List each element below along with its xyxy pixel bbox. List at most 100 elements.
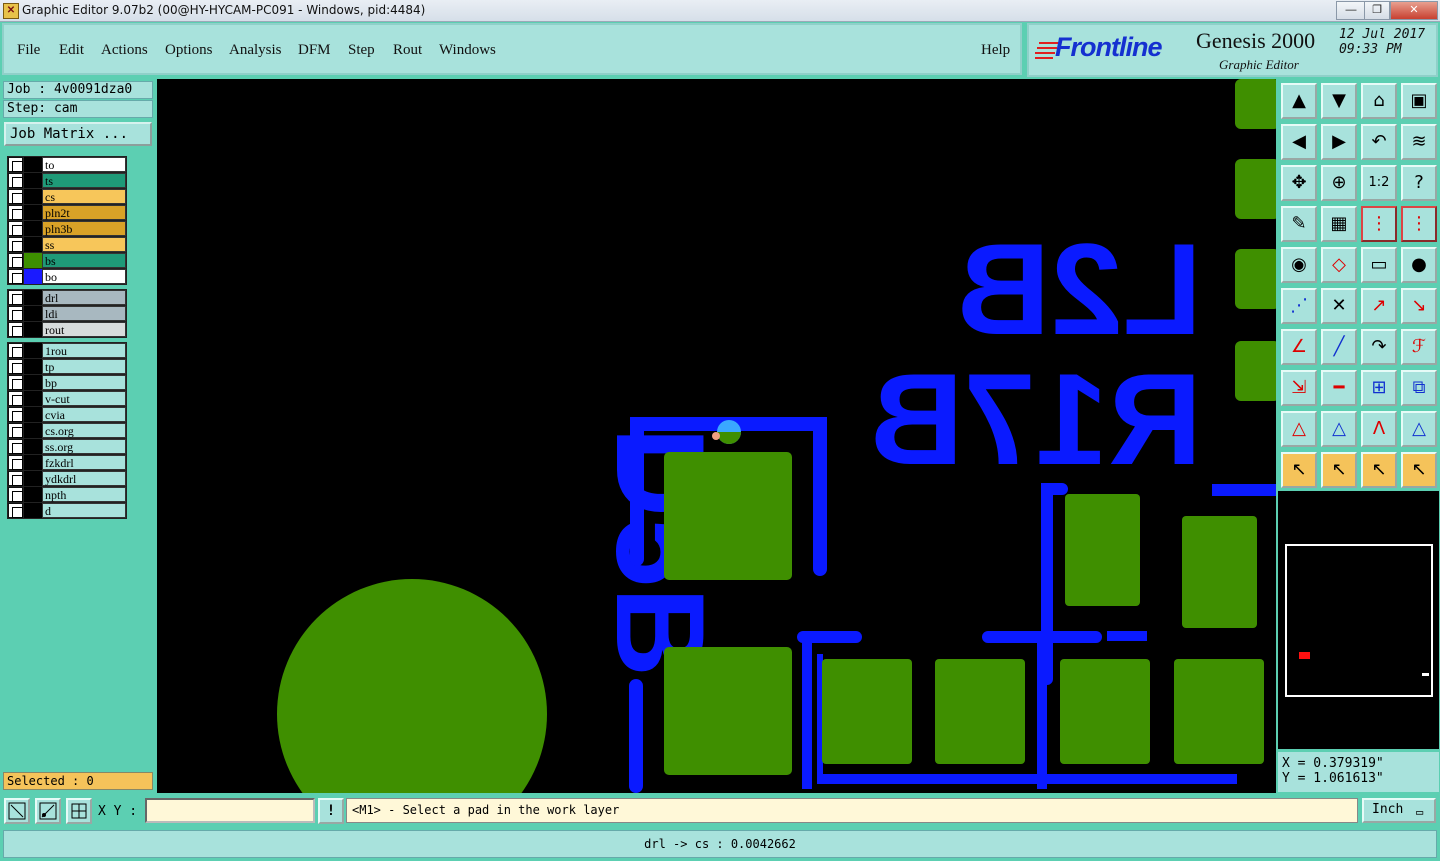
layer-row-ss[interactable]: ss [7,237,126,252]
connect-button[interactable]: ⋰ [1281,288,1317,324]
cross-button[interactable]: ✕ [1321,288,1357,324]
layer-checkbox[interactable] [8,423,23,438]
text-button[interactable]: ℱ [1401,329,1437,365]
layer-row-fzkdrl[interactable]: fzkdrl [7,455,126,470]
layer-checkbox[interactable] [8,205,23,220]
layer-color-swatch[interactable] [24,237,42,252]
layer-color-swatch[interactable] [24,375,42,390]
pad-button[interactable]: ◉ [1281,247,1317,283]
pad[interactable] [1060,659,1150,764]
grid-snap-button[interactable] [66,798,92,824]
layer-name[interactable]: d [42,503,126,518]
xy-input[interactable] [145,798,315,823]
dot-button[interactable]: ● [1401,247,1437,283]
triangle2-button[interactable]: △ [1321,411,1357,447]
layer-color-swatch[interactable] [24,359,42,374]
triangle4-button[interactable]: △ [1401,411,1437,447]
layer-row-pln2t[interactable]: pln2t [7,205,126,220]
layer-row-npth[interactable]: npth [7,487,126,502]
menu-file[interactable]: File [17,42,40,59]
layer-color-swatch[interactable] [24,221,42,236]
menu-actions[interactable]: Actions [101,42,148,59]
menu-analysis[interactable]: Analysis [229,42,282,59]
layer-name[interactable]: v-cut [42,391,126,406]
minus-button[interactable]: ━ [1321,370,1357,406]
array-button[interactable]: ⊞ [1361,370,1397,406]
window-button[interactable]: ▣ [1401,83,1437,119]
help-button[interactable]: ? [1401,165,1437,201]
close-button[interactable]: ✕ [1390,1,1438,20]
layer-name[interactable]: ss.org [42,439,126,454]
triangle3-button[interactable]: Λ [1361,411,1397,447]
layer-name[interactable]: tp [42,359,126,374]
minimize-button[interactable]: — [1336,1,1366,20]
layer-name[interactable]: pln3b [42,221,126,236]
next-button[interactable]: ▶ [1321,124,1357,160]
layer-name[interactable]: cvia [42,407,126,422]
layer-name[interactable]: cs [42,189,126,204]
menu-step[interactable]: Step [348,42,375,59]
layer-color-swatch[interactable] [24,439,42,454]
layer-row-tp[interactable]: tp [7,359,126,374]
snap-button[interactable] [4,798,30,824]
menu-edit[interactable]: Edit [59,42,84,59]
pad[interactable] [822,659,912,764]
layer-name[interactable]: fzkdrl [42,455,126,470]
menu-help[interactable]: Help [981,42,1010,59]
layer-checkbox[interactable] [8,306,23,321]
copy-button[interactable]: ⧉ [1401,370,1437,406]
pad[interactable] [664,647,792,775]
home-button[interactable]: ⌂ [1361,83,1397,119]
layer-color-swatch[interactable] [24,322,42,337]
ruler-button[interactable]: ▭ [1361,247,1397,283]
triangle-button[interactable]: △ [1281,411,1317,447]
layer-checkbox[interactable] [8,359,23,374]
layer-checkbox[interactable] [8,343,23,358]
layer-row-ts[interactable]: ts [7,173,126,188]
menu-options[interactable]: Options [165,42,213,59]
select-box-button[interactable]: ↖ [1321,452,1357,488]
layer-name[interactable]: drl [42,290,126,305]
close-job-button[interactable]: ▼ [1321,83,1357,119]
move-button[interactable]: ↗ [1361,288,1397,324]
layer-checkbox[interactable] [8,290,23,305]
pointer-button[interactable]: ↖ [1281,452,1317,488]
move2-button[interactable]: ↘ [1401,288,1437,324]
layer-row-d[interactable]: d [7,503,126,518]
select-circle-button[interactable]: ↖ [1361,452,1397,488]
layer-name[interactable]: rout [42,322,126,337]
layer-checkbox[interactable] [8,322,23,337]
layer-color-swatch[interactable] [24,290,42,305]
layer-name[interactable]: bo [42,269,126,284]
layer-checkbox[interactable] [8,391,23,406]
layer-checkbox[interactable] [8,269,23,284]
maximize-button[interactable]: ❐ [1364,1,1390,20]
layer-name[interactable]: to [42,157,126,172]
layer-row-to[interactable]: to [7,157,126,172]
line2-button[interactable]: ╱ [1321,329,1357,365]
toggle-button[interactable]: ≋ [1401,124,1437,160]
menu-rout[interactable]: Rout [393,42,422,59]
layer-color-swatch[interactable] [24,269,42,284]
layer-color-swatch[interactable] [24,423,42,438]
layer-color-swatch[interactable] [24,503,42,518]
undo-zoom-button[interactable]: ↶ [1361,124,1397,160]
layer-row-cs[interactable]: cs [7,189,126,204]
layer-row-rout[interactable]: rout [7,322,126,337]
layer-name[interactable]: ss [42,237,126,252]
layer-name[interactable]: 1rou [42,343,126,358]
zoom-button[interactable]: ⊕ [1321,165,1357,201]
layer-row-bs[interactable]: bs [7,253,126,268]
menu-windows[interactable]: Windows [439,42,496,59]
layer-color-swatch[interactable] [24,487,42,502]
select-path-button[interactable]: ↖ [1401,452,1437,488]
layer-checkbox[interactable] [8,189,23,204]
layer-name[interactable]: pln2t [42,205,126,220]
layer-checkbox[interactable] [8,157,23,172]
pad[interactable] [664,452,792,580]
layer-checkbox[interactable] [8,221,23,236]
layer-name[interactable]: ldi [42,306,126,321]
scale-1-2-button[interactable]: 1:2 [1361,165,1397,201]
grid-button[interactable]: ▦ [1321,206,1357,242]
layer-checkbox[interactable] [8,253,23,268]
